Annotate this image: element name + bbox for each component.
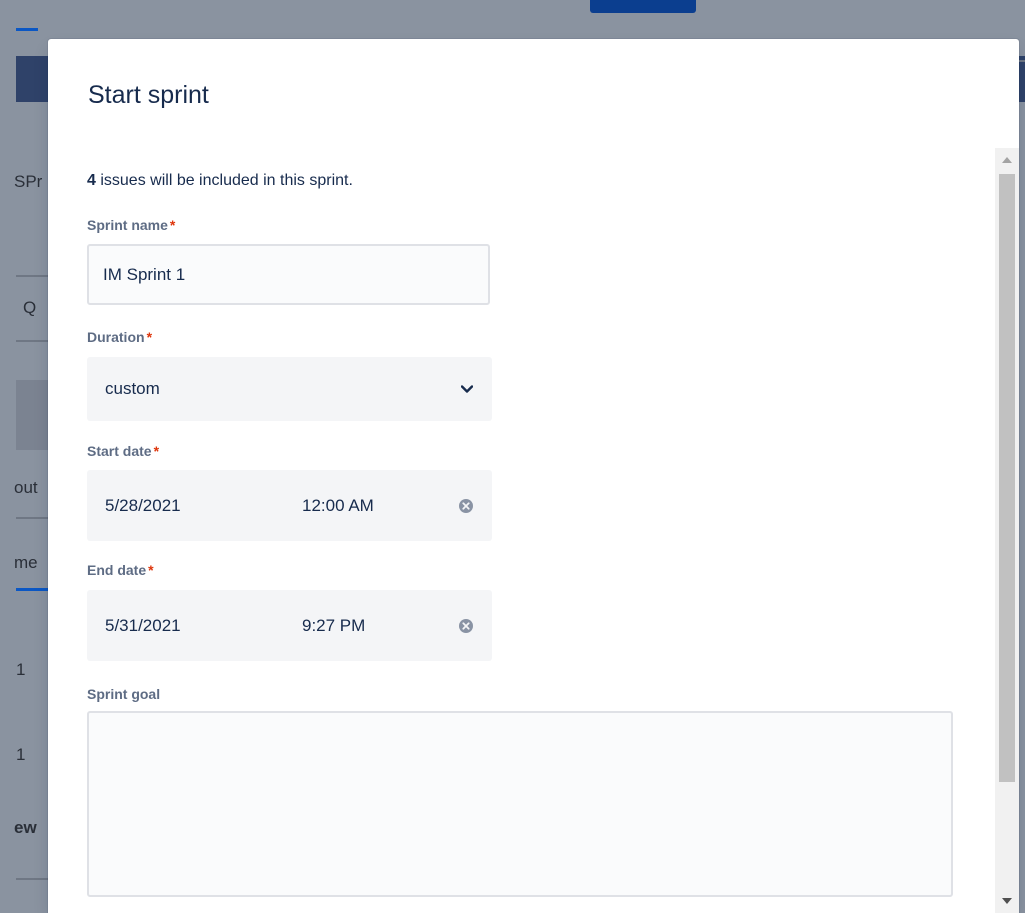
background-row <box>16 380 48 450</box>
issues-summary: 4 issues will be included in this sprint… <box>87 172 353 190</box>
start-sprint-dialog: Start sprint 4 issues will be included i… <box>48 39 1019 913</box>
background-tab-indicator <box>16 28 38 31</box>
background-divider <box>16 340 48 342</box>
duration-select[interactable]: custom <box>87 357 492 421</box>
background-divider <box>16 878 48 880</box>
sprint-name-input[interactable] <box>87 244 490 305</box>
dialog-title: Start sprint <box>88 81 209 109</box>
background-text: SPr <box>14 172 43 191</box>
background-search-icon: Q <box>23 298 37 317</box>
sprint-name-label-text: Sprint name <box>87 217 168 233</box>
sprint-name-label: Sprint name * <box>87 217 175 233</box>
end-date-value[interactable]: 5/31/2021 <box>105 616 181 636</box>
background-divider <box>1019 60 1025 62</box>
end-date-field[interactable]: 5/31/2021 9:27 PM <box>87 590 492 661</box>
issues-summary-text: issues will be included in this sprint. <box>95 172 353 189</box>
sprint-goal-label: Sprint goal <box>87 686 161 702</box>
background-text: me <box>14 553 38 572</box>
background-button <box>590 0 696 13</box>
background-divider <box>16 517 48 519</box>
background-text: out <box>14 478 38 497</box>
background-text: 1 <box>16 660 26 679</box>
required-mark: * <box>169 217 176 233</box>
required-mark: * <box>146 329 153 345</box>
start-date-field[interactable]: 5/28/2021 12:00 AM <box>87 470 492 541</box>
end-date-label-text: End date <box>87 562 147 578</box>
start-time-value[interactable]: 12:00 AM <box>302 496 374 516</box>
end-date-label: End date * <box>87 562 154 578</box>
background-text: ew <box>14 818 37 837</box>
sprint-goal-textarea[interactable] <box>87 711 953 897</box>
duration-label-text: Duration <box>87 329 145 345</box>
background-divider <box>16 275 48 277</box>
required-mark: * <box>153 443 160 459</box>
clear-icon[interactable] <box>458 498 474 514</box>
chevron-down-icon <box>460 382 474 396</box>
duration-value: custom <box>105 379 160 398</box>
arrow-up-icon[interactable] <box>995 148 1019 172</box>
dialog-scrollbar[interactable] <box>995 148 1019 913</box>
issue-count: 4 <box>87 172 96 189</box>
start-date-label: Start date * <box>87 443 159 459</box>
clear-icon[interactable] <box>458 618 474 634</box>
background-text: 1 <box>16 745 26 764</box>
start-date-label-text: Start date <box>87 443 152 459</box>
end-time-value[interactable]: 9:27 PM <box>302 616 365 636</box>
arrow-down-icon[interactable] <box>995 889 1019 913</box>
required-mark: * <box>148 562 154 578</box>
start-date-value[interactable]: 5/28/2021 <box>105 496 181 516</box>
duration-label: Duration * <box>87 329 152 345</box>
scrollbar-thumb[interactable] <box>999 174 1015 782</box>
background-tab-indicator <box>16 588 48 591</box>
